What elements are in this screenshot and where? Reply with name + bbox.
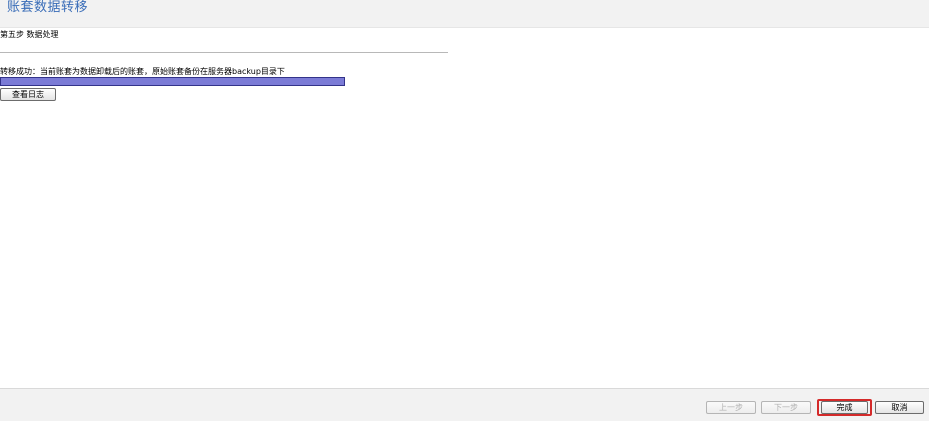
previous-button[interactable]: 上一步: [706, 401, 756, 414]
finish-button[interactable]: 完成: [821, 401, 868, 414]
finish-highlight: 完成: [817, 399, 872, 416]
step-label: 第五步 数据处理: [0, 30, 59, 39]
status-message: 转移成功：当前账套为数据卸载后的账套，原始账套备份在服务器backup目录下: [0, 67, 285, 76]
divider: [0, 52, 448, 53]
progress-fill: [1, 78, 344, 85]
progress-bar: [0, 77, 345, 86]
title-bar: 账套数据转移: [0, 0, 929, 28]
next-button[interactable]: 下一步: [761, 401, 811, 414]
page-title: 账套数据转移: [7, 0, 89, 15]
view-log-button[interactable]: 查看日志: [0, 88, 56, 101]
footer-bar: 上一步 下一步 完成 取消: [0, 388, 929, 421]
cancel-button[interactable]: 取消: [875, 401, 924, 414]
